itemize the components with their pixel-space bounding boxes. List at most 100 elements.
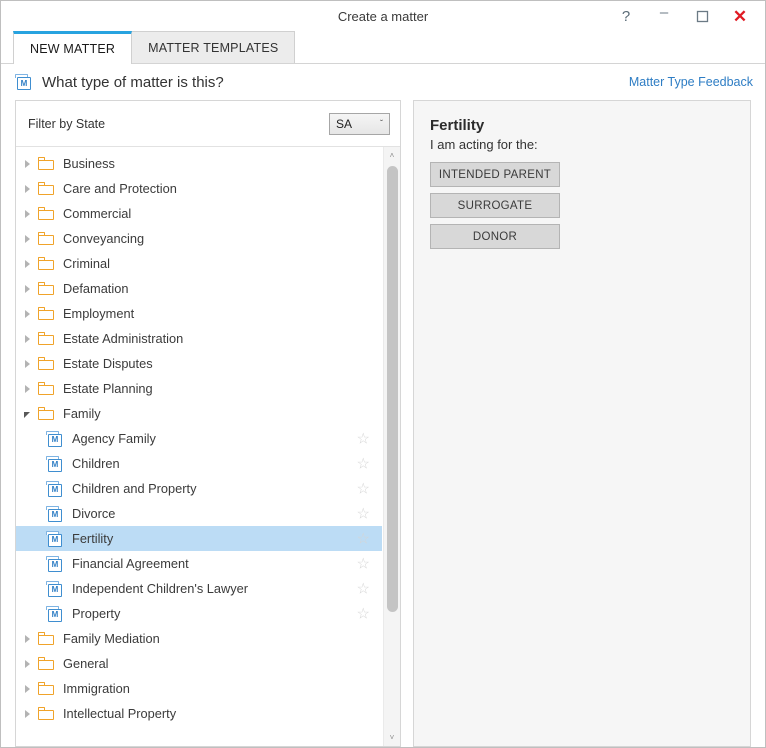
tree-item-label: Family [63,406,101,421]
matter-document-icon: M [46,430,64,447]
chevron-right-icon[interactable] [16,159,38,168]
scrollbar-thumb[interactable] [386,166,398,612]
tree-item-label: Employment [63,306,135,321]
tree-item-criminal[interactable]: Criminal [16,251,382,276]
page-title: What type of matter is this? [42,73,224,91]
favorite-star-icon[interactable]: ☆ [357,506,370,521]
chevron-right-icon[interactable] [16,184,38,193]
tree-item-label: Criminal [63,256,110,271]
chevron-right-icon[interactable] [16,309,38,318]
expander-triangle [24,159,30,168]
chevron-right-icon[interactable] [16,684,38,693]
chevron-right-icon[interactable] [16,359,38,368]
state-filter-dropdown[interactable]: SA ˇ [329,112,390,135]
maximize-icon [696,10,708,23]
tree-item-general[interactable]: General [16,651,382,676]
folder-icon [38,682,55,695]
role-button-label: SURROGATE [457,199,533,212]
matter-detail-panel: Fertility I am acting for the: INTENDED … [413,100,751,747]
role-button-label: INTENDED PARENT [438,168,552,181]
tree-item-label: Intellectual Property [63,706,177,721]
tree-item-family[interactable]: Family [16,401,382,426]
chevron-right-icon[interactable] [16,259,38,268]
tree-item-immigration[interactable]: Immigration [16,676,382,701]
scroll-up-button[interactable]: ˄ [384,147,401,164]
tree-item-label: Family Mediation [63,631,160,646]
maximize-button[interactable] [683,3,721,31]
chevron-right-icon[interactable] [16,634,38,643]
tab-new-matter[interactable]: NEW MATTER [13,31,133,64]
expander-triangle [24,709,30,718]
tree-item-label: Business [63,156,115,171]
expander-triangle [24,234,30,243]
favorite-star-icon[interactable]: ☆ [357,606,370,621]
tree-item-children[interactable]: M Children ☆ [16,451,382,476]
role-button-donor[interactable]: DONOR [430,224,560,249]
tree-item-business[interactable]: Business [16,151,382,176]
help-button[interactable]: ? [607,3,645,31]
tree-item-agency-family[interactable]: M Agency Family ☆ [16,426,382,451]
filter-bar: Filter by State SA ˇ [16,101,400,147]
tree-item-label: Children and Property [72,481,197,496]
scrollbar-track[interactable] [384,164,401,729]
tree-item-label: Independent Children's Lawyer [72,581,249,596]
role-button-label: DONOR [472,230,518,243]
chevron-right-icon[interactable] [16,209,38,218]
tree-item-estate-disputes[interactable]: Estate Disputes [16,351,382,376]
folder-icon [38,657,55,670]
tree-item-independent-children-s-lawyer[interactable]: M Independent Children's Lawyer ☆ [16,576,382,601]
tree-item-fertility[interactable]: M Fertility ☆ [16,526,382,551]
tab-matter-templates[interactable]: MATTER TEMPLATES [131,31,296,63]
tree-item-employment[interactable]: Employment [16,301,382,326]
chevron-down-icon[interactable] [16,410,38,418]
tree-item-defamation[interactable]: Defamation [16,276,382,301]
tree-item-commercial[interactable]: Commercial [16,201,382,226]
matter-type-feedback-link[interactable]: Matter Type Feedback [629,75,753,89]
close-button[interactable]: ✕ [721,3,759,31]
folder-icon [38,382,55,395]
tree-item-children-and-property[interactable]: M Children and Property ☆ [16,476,382,501]
expander-triangle [24,209,30,218]
favorite-star-icon[interactable]: ☆ [357,531,370,546]
favorite-star-icon[interactable]: ☆ [357,456,370,471]
expander-triangle [24,411,30,418]
role-button-surrogate[interactable]: SURROGATE [430,193,560,218]
minimize-button[interactable]: – [645,3,683,31]
close-icon: ✕ [732,6,748,26]
chevron-right-icon[interactable] [16,709,38,718]
matter-document-icon: M [46,455,64,472]
detail-subtitle: I am acting for the: [430,137,538,152]
expander-triangle [24,359,30,368]
role-button-intended-parent[interactable]: INTENDED PARENT [430,162,560,187]
chevron-right-icon[interactable] [16,334,38,343]
matter-document-icon: M [15,74,33,90]
favorite-star-icon[interactable]: ☆ [357,556,370,571]
tree-item-divorce[interactable]: M Divorce ☆ [16,501,382,526]
tree-scrollbar[interactable]: ˄ ˅ [383,147,400,746]
tree-item-financial-agreement[interactable]: M Financial Agreement ☆ [16,551,382,576]
matter-type-tree-panel: Filter by State SA ˇ Business Care and Pr… [15,100,401,747]
favorite-star-icon[interactable]: ☆ [357,581,370,596]
tree-item-family-mediation[interactable]: Family Mediation [16,626,382,651]
favorite-star-icon[interactable]: ☆ [357,481,370,496]
scroll-down-button[interactable]: ˅ [384,729,401,746]
tree-item-estate-planning[interactable]: Estate Planning [16,376,382,401]
chevron-right-icon[interactable] [16,284,38,293]
tree-item-property[interactable]: M Property ☆ [16,601,382,626]
tree-item-intellectual-property[interactable]: Intellectual Property [16,701,382,726]
chevron-right-icon[interactable] [16,234,38,243]
folder-icon [38,407,55,420]
tree-item-estate-administration[interactable]: Estate Administration [16,326,382,351]
chevron-right-icon[interactable] [16,659,38,668]
tree-item-label: Conveyancing [63,231,145,246]
matter-document-icon: M [46,555,64,572]
tree-item-label: Agency Family [72,431,156,446]
expander-triangle [24,334,30,343]
create-matter-window: Create a matter ? – ✕ NEW MATTER MATTER … [0,0,766,748]
favorite-star-icon[interactable]: ☆ [357,431,370,446]
expander-triangle [24,684,30,693]
expander-triangle [24,184,30,193]
tree-item-conveyancing[interactable]: Conveyancing [16,226,382,251]
chevron-right-icon[interactable] [16,384,38,393]
tree-item-care-and-protection[interactable]: Care and Protection [16,176,382,201]
